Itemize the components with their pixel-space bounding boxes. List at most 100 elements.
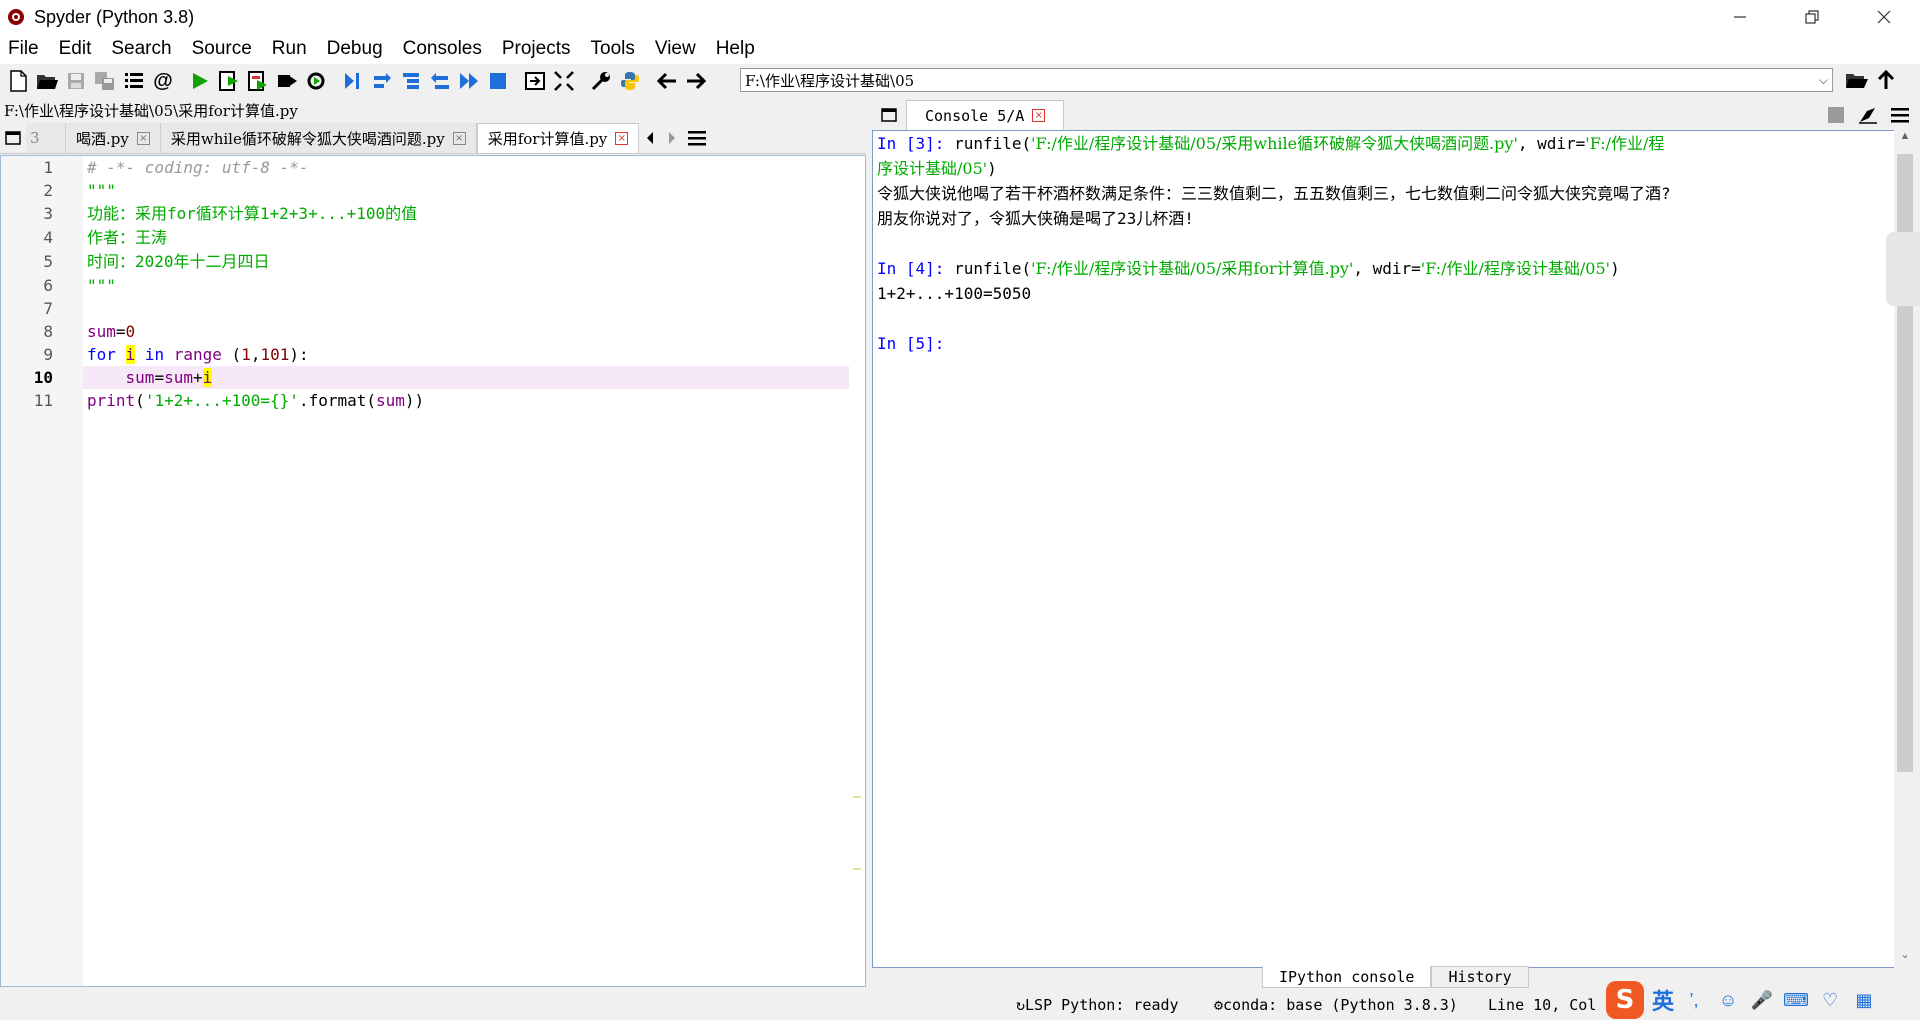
run-cell-advance-icon[interactable] xyxy=(246,69,270,93)
console-tab[interactable]: Console 5/A × xyxy=(906,100,1065,130)
console-output-line: 1+2+...+100=5050 xyxy=(877,284,1032,303)
run-icon[interactable] xyxy=(188,69,212,93)
step-icon[interactable] xyxy=(370,69,394,93)
line-number-gutter: 1 2 3 4 5 6 7 8 9 10 11 xyxy=(1,156,83,986)
keyboard-icon[interactable]: ⌨ xyxy=(1782,986,1810,1014)
maximize-pane-icon[interactable] xyxy=(523,69,547,93)
close-button[interactable] xyxy=(1848,0,1920,34)
code-line-1: # -*- coding: utf-8 -*- xyxy=(87,158,309,177)
skin-icon[interactable]: ♡ xyxy=(1816,986,1844,1014)
editor-tab-label: 采用while循环破解令狐大侠喝酒问题.py xyxy=(170,129,445,148)
ipython-console-output[interactable]: In [3]: runfile('F:/作业/程序设计基础/05/采用while… xyxy=(872,130,1898,968)
working-directory-value: F:\作业\程序设计基础\05 xyxy=(745,71,915,90)
code-editor[interactable]: 1 2 3 4 5 6 7 8 9 10 11 # -*- coding: ut… xyxy=(0,155,866,987)
code-line-6: """ xyxy=(87,276,116,295)
menu-source[interactable]: Source xyxy=(190,36,254,62)
side-panel-grip[interactable] xyxy=(1886,232,1920,306)
cursor-position: Line 10, Col 1 xyxy=(1488,996,1615,1014)
save-all-icon[interactable] xyxy=(93,69,117,93)
open-file-icon[interactable] xyxy=(35,69,59,93)
at-symbol-icon[interactable]: @ xyxy=(151,69,175,93)
chevron-down-icon[interactable]: ⌵ xyxy=(1819,73,1828,88)
stop-kernel-icon[interactable] xyxy=(1824,104,1848,126)
undock-console-button[interactable] xyxy=(872,100,906,130)
menu-tools[interactable]: Tools xyxy=(589,36,637,62)
tab-history[interactable]: History xyxy=(1431,966,1529,988)
code-area[interactable]: # -*- coding: utf-8 -*- """ 功能：采用for循环计算… xyxy=(87,156,849,986)
forward-arrow-icon[interactable] xyxy=(684,69,708,93)
step-return-icon[interactable] xyxy=(428,69,452,93)
menu-file[interactable]: File xyxy=(6,36,41,62)
menu-search[interactable]: Search xyxy=(109,36,173,62)
rerun-icon[interactable] xyxy=(304,69,328,93)
menu-debug[interactable]: Debug xyxy=(325,36,385,62)
close-tab-icon[interactable]: × xyxy=(452,131,466,145)
punctuation-icon[interactable]: ’, xyxy=(1680,986,1708,1014)
console-line: 序设计基础/05') xyxy=(877,159,997,178)
menu-run[interactable]: Run xyxy=(270,36,309,62)
editor-file-path: F:\作业\程序设计基础\05\采用for计算值.py xyxy=(4,101,298,120)
console-tab-bar: Console 5/A × xyxy=(872,98,1920,130)
ime-language[interactable]: 英 xyxy=(1652,984,1674,1016)
menu-consoles[interactable]: Consoles xyxy=(401,36,484,62)
back-arrow-icon[interactable] xyxy=(655,69,679,93)
editor-tab-for[interactable]: 采用for计算值.py × xyxy=(476,123,640,153)
debug-icon[interactable] xyxy=(341,69,365,93)
preferences-wrench-icon[interactable] xyxy=(589,69,613,93)
run-cell-icon[interactable] xyxy=(217,69,241,93)
file-list-icon[interactable] xyxy=(122,69,146,93)
parent-directory-icon[interactable] xyxy=(1874,68,1898,92)
code-line-8: sum=0 xyxy=(87,322,136,341)
sogou-logo-icon[interactable]: S xyxy=(1606,981,1644,1019)
scroll-up-icon[interactable]: ▲ xyxy=(1894,130,1916,150)
menu-view[interactable]: View xyxy=(653,36,698,62)
console-output-line: 朋友你说对了，令狐大侠确是喝了23儿杯酒! xyxy=(877,209,1194,228)
line-number: 11 xyxy=(33,391,53,410)
run-selection-icon[interactable] xyxy=(275,69,299,93)
emoji-icon[interactable]: ☺ xyxy=(1714,986,1742,1014)
scroll-marker xyxy=(853,868,861,870)
menu-bar: File Edit Search Source Run Debug Consol… xyxy=(0,34,1920,64)
editor-options-menu-icon[interactable] xyxy=(683,123,711,153)
menu-projects[interactable]: Projects xyxy=(500,36,573,62)
editor-tab-while[interactable]: 采用while循环破解令狐大侠喝酒问题.py × xyxy=(160,123,477,153)
line-number: 3 xyxy=(43,204,53,223)
editor-tab-bar: 3 喝酒.py × 采用while循环破解令狐大侠喝酒问题.py × 采用for… xyxy=(0,122,866,154)
line-number: 6 xyxy=(43,276,53,295)
step-into-icon[interactable] xyxy=(399,69,423,93)
stop-icon[interactable] xyxy=(486,69,510,93)
clear-console-icon[interactable] xyxy=(1856,104,1880,126)
console-options-menu-icon[interactable] xyxy=(1888,104,1912,126)
close-tab-icon[interactable]: × xyxy=(1032,109,1046,122)
console-prompt-line: In [5]: xyxy=(877,334,945,353)
restore-button[interactable] xyxy=(1776,0,1848,34)
minimize-button[interactable] xyxy=(1704,0,1776,34)
scroll-down-icon[interactable]: ⌄ xyxy=(1894,948,1916,968)
close-tab-icon[interactable]: × xyxy=(615,132,629,145)
tab-scroll-right-icon[interactable] xyxy=(661,123,683,153)
toolbox-icon[interactable]: ▦ xyxy=(1850,986,1878,1014)
browse-folder-icon[interactable] xyxy=(1845,68,1869,92)
working-directory-combobox[interactable]: F:\作业\程序设计基础\05 ⌵ xyxy=(740,68,1833,92)
python-path-icon[interactable] xyxy=(618,69,642,93)
close-tab-icon[interactable]: × xyxy=(136,131,150,145)
code-line-11: print('1+2+...+100={}'.format(sum)) xyxy=(87,391,425,410)
new-file-icon[interactable] xyxy=(6,69,30,93)
menu-edit[interactable]: Edit xyxy=(57,36,94,62)
save-icon[interactable] xyxy=(64,69,88,93)
editor-tab-drink[interactable]: 喝酒.py × xyxy=(66,123,161,153)
lsp-status: ↻LSP Python: ready xyxy=(1016,996,1179,1014)
continue-icon[interactable] xyxy=(457,69,481,93)
undock-pane-button[interactable] xyxy=(0,123,26,153)
tab-ipython-console[interactable]: IPython console xyxy=(1262,966,1432,988)
menu-help[interactable]: Help xyxy=(714,36,757,62)
line-number: 8 xyxy=(43,322,53,341)
microphone-icon[interactable]: 🎤 xyxy=(1748,986,1776,1014)
scroll-marker xyxy=(853,796,861,798)
fullscreen-icon[interactable] xyxy=(552,69,576,93)
tab-scroll-left-icon[interactable] xyxy=(639,123,661,153)
window-icon xyxy=(5,131,21,145)
code-line-4: 作者：王涛 xyxy=(87,228,168,247)
editor-tab-partial[interactable]: 3 xyxy=(26,123,66,153)
